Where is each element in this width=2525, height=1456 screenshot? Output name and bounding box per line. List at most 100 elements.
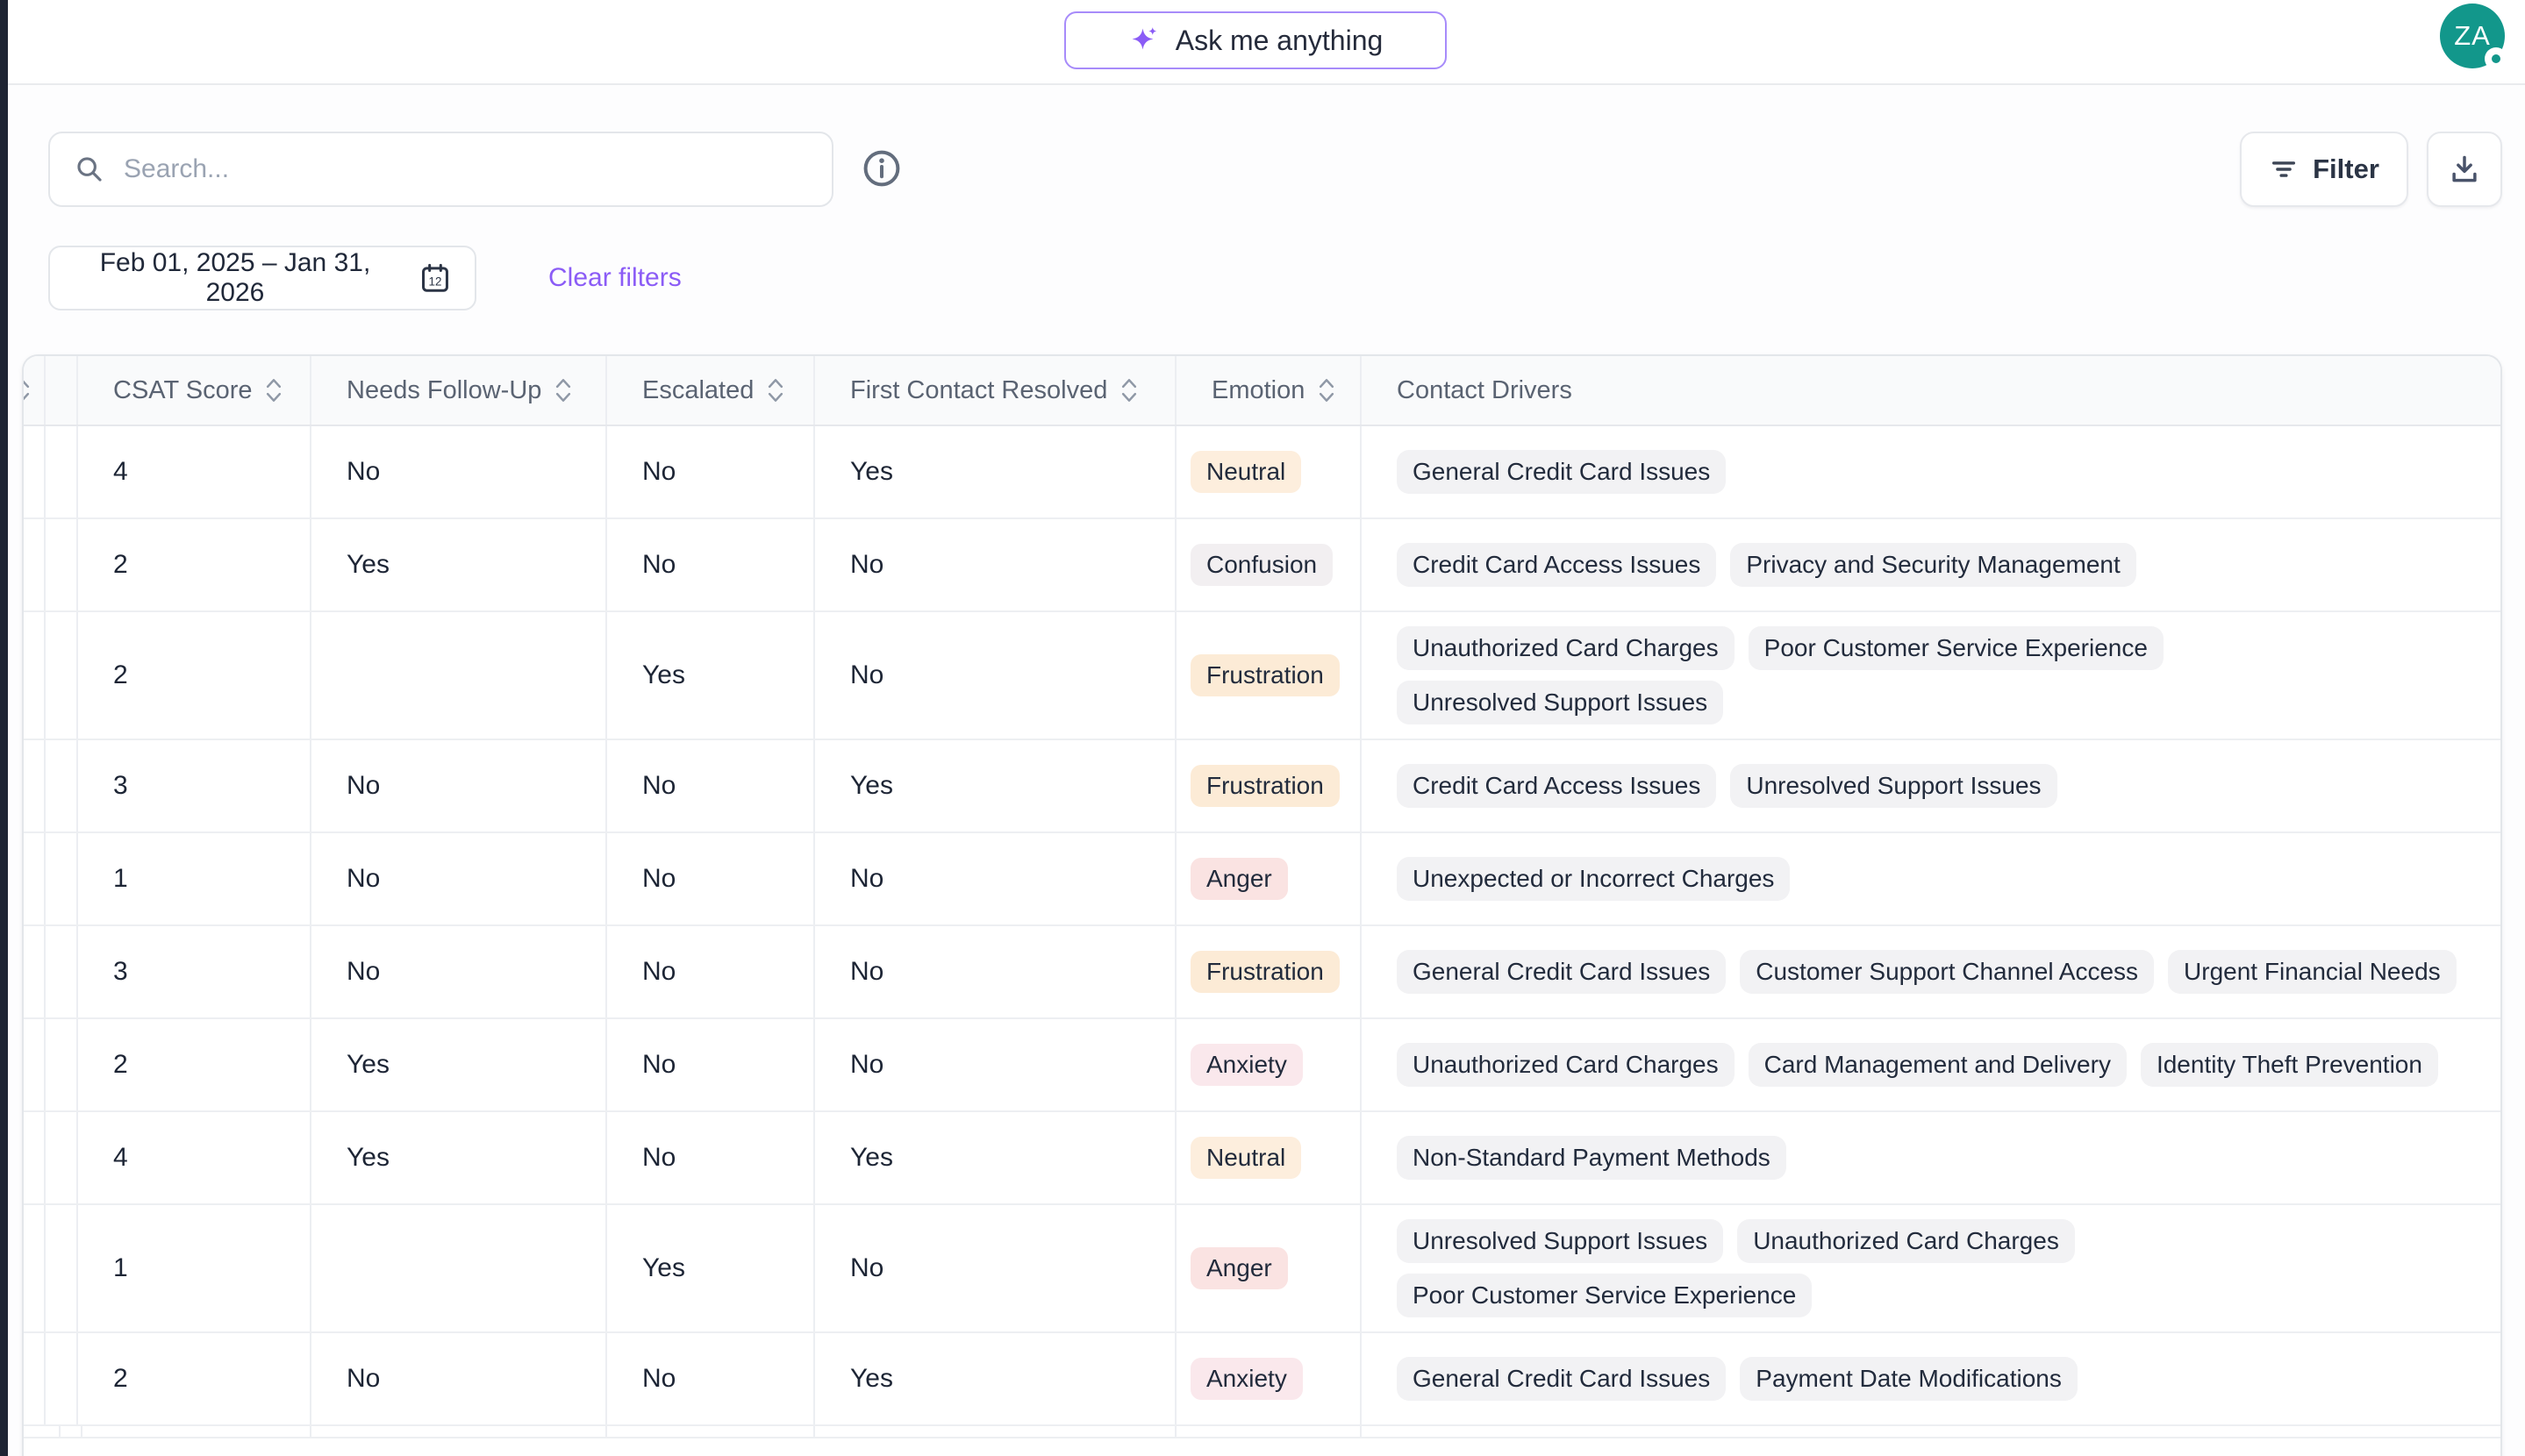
cell-first-contact-resolved: No xyxy=(815,833,1177,924)
cell-contact-drivers: Non-Standard Payment Methods xyxy=(1362,1112,2500,1203)
cell-needs-follow-up: Yes xyxy=(311,1019,607,1110)
cell-partial xyxy=(24,926,46,1017)
table-row[interactable]: 2NoNoYesAnxietyGeneral Credit Card Issue… xyxy=(24,1333,2500,1426)
cell-escalated: No xyxy=(607,740,815,831)
column-header-spacer xyxy=(46,356,78,425)
ask-me-anything-label: Ask me anything xyxy=(1176,25,1384,57)
cell-csat-score: 1 xyxy=(78,833,311,924)
cell-spacer xyxy=(46,426,78,517)
driver-line: Non-Standard Payment Methods xyxy=(1397,1136,1786,1180)
info-icon[interactable] xyxy=(860,147,904,191)
search-input[interactable] xyxy=(104,133,832,205)
cell-escalated: Yes xyxy=(607,612,815,739)
column-header-needs-follow-up[interactable]: Needs Follow-Up xyxy=(311,356,607,425)
table-row[interactable]: 4NoNoYesNeutralGeneral Credit Card Issue… xyxy=(24,426,2500,519)
driver-line: General Credit Card IssuesCustomer Suppo… xyxy=(1397,950,2457,994)
cell-spacer xyxy=(46,1205,78,1331)
contact-driver-chip: Poor Customer Service Experience xyxy=(1749,626,2164,670)
ask-me-anything-button[interactable]: Ask me anything xyxy=(1064,11,1447,69)
contact-driver-chip: Unauthorized Card Charges xyxy=(1397,626,1735,670)
cell-spacer xyxy=(46,1019,78,1110)
clear-filters-link[interactable]: Clear filters xyxy=(548,246,682,310)
column-header-label: Needs Follow-Up xyxy=(347,376,541,405)
cell-partial xyxy=(24,612,46,739)
cell-needs-follow-up: No xyxy=(311,833,607,924)
top-bar: Ask me anything ZA xyxy=(8,0,2525,85)
cell-csat-score: 2 xyxy=(78,1019,311,1110)
cell-first-contact-resolved: No xyxy=(815,926,1177,1017)
cell-spacer xyxy=(46,519,78,610)
cell-partial xyxy=(24,833,46,924)
sort-icon[interactable] xyxy=(1119,375,1139,406)
table-row[interactable]: 4YesNoYesNeutralNon-Standard Payment Met… xyxy=(24,1112,2500,1205)
cell-emotion: Frustration xyxy=(1177,926,1362,1017)
download-icon xyxy=(2448,153,2481,186)
cell-emotion: Frustration xyxy=(1177,740,1362,831)
emotion-badge: Frustration xyxy=(1191,951,1340,993)
cell-escalated: No xyxy=(607,519,815,610)
table-row[interactable]: 3NoNoNoFrustrationGeneral Credit Card Is… xyxy=(24,926,2500,1019)
cell-emotion: Neutral xyxy=(1177,1112,1362,1203)
cell-first-contact-resolved: Yes xyxy=(815,426,1177,517)
cell-csat-score: 2 xyxy=(78,612,311,739)
date-range-value: Feb 01, 2025 – Jan 31, 2026 xyxy=(73,248,397,308)
cell-contact-drivers: General Credit Card IssuesPayment Date M… xyxy=(1362,1333,2500,1424)
cell-needs-follow-up: No xyxy=(311,1333,607,1424)
filter-icon xyxy=(2269,154,2299,184)
sort-icon[interactable] xyxy=(264,375,283,406)
cell-contact-drivers: Unauthorized Card Charges Poor Customer S… xyxy=(1362,612,2500,739)
table-body: 4NoNoYesNeutralGeneral Credit Card Issue… xyxy=(24,426,2500,1438)
table-row[interactable]: 3NoNoYesFrustrationCredit Card Access Is… xyxy=(24,740,2500,833)
cell-emotion: Anger xyxy=(1177,1205,1362,1331)
user-avatar[interactable]: ZA xyxy=(2440,4,2505,68)
sort-icon[interactable] xyxy=(554,375,573,406)
results-table: CSAT Score Needs Follow-Up EscalatedFirst … xyxy=(22,354,2502,1456)
column-header-partial xyxy=(24,356,46,425)
contact-driver-chip: General Credit Card Issues xyxy=(1397,1357,1726,1401)
date-range-picker[interactable]: Feb 01, 2025 – Jan 31, 2026 12 xyxy=(48,246,476,310)
table-row[interactable]: 2YesNoNoAnxietyUnauthorized Card Charges… xyxy=(24,1019,2500,1112)
search-icon xyxy=(75,154,104,184)
contact-driver-chip: Unauthorized Card Charges xyxy=(1737,1219,2075,1263)
cell-partial xyxy=(24,1112,46,1203)
contact-driver-chip: Poor Customer Service Experience xyxy=(1397,1274,1812,1317)
download-button[interactable] xyxy=(2427,132,2502,207)
table-row[interactable]: 1NoNoNoAngerUnexpected or Incorrect Char… xyxy=(24,833,2500,926)
sort-icon[interactable] xyxy=(24,375,32,406)
cell-needs-follow-up: Yes xyxy=(311,519,607,610)
column-header-csat-score[interactable]: CSAT Score xyxy=(78,356,311,425)
contact-driver-chip: Credit Card Access Issues xyxy=(1397,543,1716,587)
cell-escalated: No xyxy=(607,426,815,517)
cell-csat-score: 3 xyxy=(78,926,311,1017)
emotion-badge: Anger xyxy=(1191,858,1288,900)
cell-needs-follow-up: No xyxy=(311,740,607,831)
emotion-badge: Neutral xyxy=(1191,451,1301,493)
column-header-emotion[interactable]: Emotion xyxy=(1177,356,1362,425)
cell-contact-drivers: Unexpected or Incorrect Charges xyxy=(1362,833,2500,924)
cell-emotion: Anxiety xyxy=(1177,1019,1362,1110)
filter-button[interactable]: Filter xyxy=(2240,132,2408,207)
column-header-label: Contact Drivers xyxy=(1397,376,1572,405)
table-row[interactable]: 1YesNoAngerUnresolved Support IssuesUnau… xyxy=(24,1205,2500,1333)
driver-line: Unresolved Support Issues xyxy=(1397,681,1723,724)
table-row[interactable]: 2YesNoFrustrationUnauthorized Card Charg… xyxy=(24,612,2500,740)
contact-driver-chip: Card Management and Delivery xyxy=(1749,1043,2127,1087)
table-row[interactable]: 2YesNoNoConfusionCredit Card Access Issu… xyxy=(24,519,2500,612)
column-header-contact-drivers[interactable]: Contact Drivers xyxy=(1362,356,2500,425)
contact-driver-chip: Customer Support Channel Access xyxy=(1740,950,2154,994)
column-header-escalated[interactable]: Escalated xyxy=(607,356,815,425)
contact-driver-chip: Privacy and Security Management xyxy=(1730,543,2135,587)
contact-driver-chip: Credit Card Access Issues xyxy=(1397,764,1716,808)
contact-driver-chip: Identity Theft Prevention xyxy=(2141,1043,2438,1087)
filter-label: Filter xyxy=(2313,153,2379,185)
sort-icon[interactable] xyxy=(766,375,785,406)
cell-partial xyxy=(24,1333,46,1424)
search-box xyxy=(48,132,833,207)
cell-spacer xyxy=(46,612,78,739)
cell-contact-drivers: Unauthorized Card ChargesCard Management… xyxy=(1362,1019,2500,1110)
column-header-first-contact-resolved[interactable]: First Contact Resolved xyxy=(815,356,1177,425)
avatar-initials: ZA xyxy=(2454,20,2491,52)
cell-first-contact-resolved: Yes xyxy=(815,1112,1177,1203)
sort-icon[interactable] xyxy=(1317,375,1336,406)
cell-csat-score: 1 xyxy=(78,1205,311,1331)
